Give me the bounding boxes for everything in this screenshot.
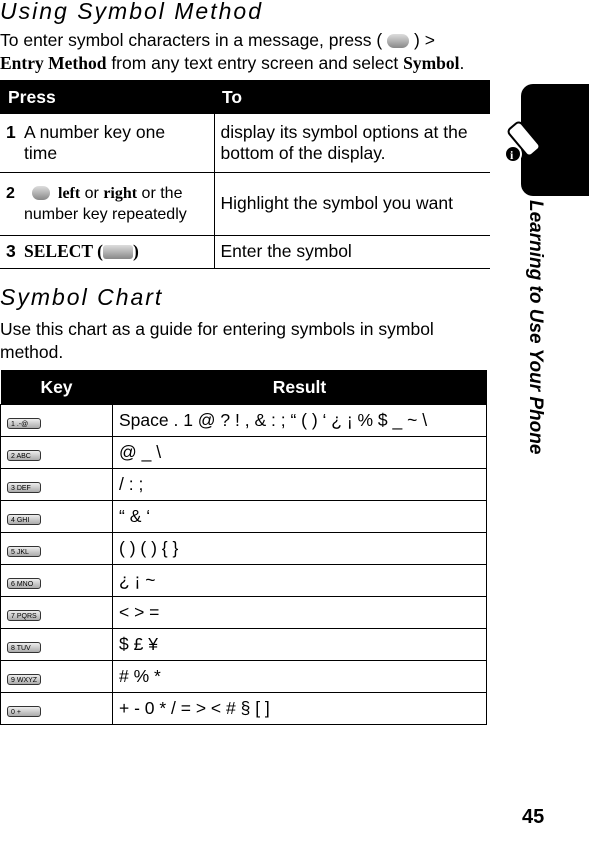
chart-intro: Use this chart as a guide for entering s…: [0, 319, 434, 362]
keypad-key-icon: 6 MNO: [7, 578, 41, 589]
phone-info-icon: i: [504, 121, 541, 163]
left-text: left: [58, 184, 81, 202]
to-text: Highlight the symbol you want: [214, 172, 490, 236]
intro-part: ) >: [414, 30, 435, 50]
to-text: display its symbol options at the bottom…: [214, 114, 490, 173]
intro-part: To enter symbol characters in a message,…: [0, 30, 383, 50]
header-result: Result: [112, 370, 487, 405]
table-row: 2 ABC @ _ \: [0, 436, 487, 469]
table-row: 8 TUV $ £ ¥: [0, 628, 487, 661]
to-text: Enter the symbol: [214, 235, 490, 269]
keypad-key-icon: 7 PQRS: [7, 610, 41, 621]
step-number: 1: [6, 121, 16, 142]
press-table: Press To 1 A number key one time display it…: [0, 80, 490, 269]
table-row: 7 PQRS < > =: [0, 596, 487, 629]
page-number: 45: [522, 806, 545, 828]
intro-part: from any text entry screen and select: [106, 53, 404, 73]
result-symbols: # % *: [112, 660, 487, 693]
keypad-key-icon: 9 WXYZ: [7, 674, 41, 685]
keypad-key-icon: 8 TUV: [7, 642, 41, 653]
keypad-key-icon: 2 ABC: [7, 450, 41, 461]
press-text: A number key one time: [24, 121, 166, 163]
symbol-chart-table: Key Result 1 .-@ Space . 1 @ ? ! , & : ; “…: [0, 370, 487, 725]
keypad-key-icon: 4 GHI: [7, 514, 41, 525]
table-row: 0 + + - 0 * / = > < # § [ ]: [0, 692, 487, 725]
step-number: 3: [6, 241, 16, 261]
select-text: ): [132, 241, 139, 261]
press-text: or: [80, 184, 104, 202]
menu-key-icon: [387, 34, 410, 49]
result-symbols: ¿ ¡ ~: [112, 564, 487, 597]
table-row: 9 WXYZ # % *: [0, 660, 487, 693]
result-symbols: @ _ \: [112, 436, 487, 469]
table-row: 1 .-@ Space . 1 @ ? ! , & : ; “ ( ) ‘ ¿ ¡…: [0, 404, 487, 437]
nav-key-icon: [32, 186, 50, 201]
result-symbols: $ £ ¥: [112, 628, 487, 661]
section-title: Symbol Chart: [0, 284, 164, 310]
right-text: right: [103, 184, 138, 202]
table-row: 3 SELECT () Enter the symbol: [0, 235, 490, 269]
section-title: Using Symbol Method: [0, 0, 263, 24]
table-row: 5 JKL ( ) ( ) { }: [0, 532, 487, 565]
intro-part: .: [459, 53, 465, 73]
table-row: 2 left or right or the number key repeate…: [0, 172, 490, 236]
table-row: 4 GHI “ & ‘: [0, 500, 487, 533]
step-number: 2: [6, 184, 15, 202]
keypad-key-icon: 3 DEF: [7, 482, 41, 493]
table-row: 6 MNO ¿ ¡ ~: [0, 564, 487, 597]
select-text: SELECT (: [24, 241, 103, 261]
result-symbols: < > =: [112, 596, 487, 629]
header-key: Key: [0, 370, 113, 405]
result-symbols: ( ) ( ) { }: [112, 532, 487, 565]
keypad-key-icon: 0 +: [7, 706, 41, 717]
result-symbols: “ & ‘: [112, 500, 487, 533]
result-symbols: + - 0 * / = > < # § [ ]: [112, 692, 487, 725]
header-to: To: [214, 80, 490, 114]
intro-text: To enter symbol characters in a message,…: [0, 29, 492, 75]
header-press: Press: [0, 80, 214, 114]
chapter-title: Learning to Use Your Phone: [525, 200, 546, 455]
keypad-key-icon: 1 .-@: [7, 418, 41, 429]
table-row: 3 DEF / : ;: [0, 468, 487, 501]
symbol-option: Symbol: [403, 53, 460, 73]
table-row: 1 A number key one time display its symbol…: [0, 114, 490, 173]
keypad-key-icon: 5 JKL: [7, 546, 41, 557]
result-symbols: Space . 1 @ ? ! , & : ; “ ( ) ‘ ¿ ¡ % $ …: [112, 404, 487, 437]
select-key-icon: [102, 245, 133, 260]
menu-name: Entry Method: [0, 53, 107, 73]
result-symbols: / : ;: [112, 468, 487, 501]
